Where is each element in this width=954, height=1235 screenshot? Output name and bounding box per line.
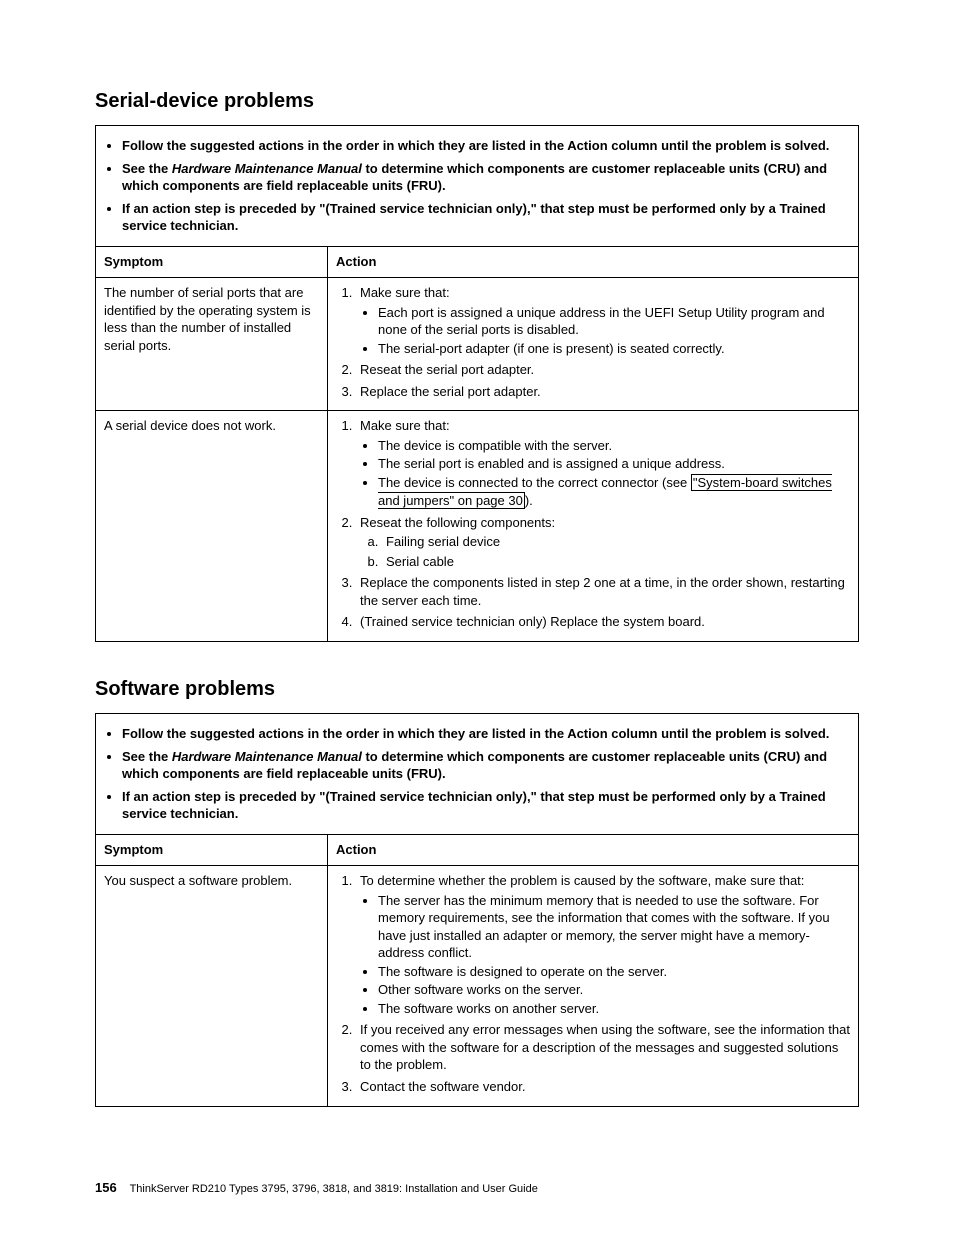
action-bullet: The device is connected to the correct c… (378, 474, 850, 510)
action-bullet: Other software works on the server. (378, 981, 850, 999)
action-text: The device is connected to the correct c… (378, 475, 691, 490)
section-heading: Software problems (95, 678, 859, 701)
notice-cell: Follow the suggested actions in the orde… (96, 126, 859, 247)
action-step: To determine whether the problem is caus… (356, 872, 850, 1017)
col-header-symptom: Symptom (96, 835, 328, 866)
notice-text: See the (122, 749, 172, 764)
action-cell: Make sure that: The device is compatible… (328, 411, 859, 642)
action-step: Make sure that: Each port is assigned a … (356, 284, 850, 357)
action-bullet: The serial-port adapter (if one is prese… (378, 340, 850, 358)
col-header-symptom: Symptom (96, 247, 328, 278)
notice-item: See the Hardware Maintenance Manual to d… (122, 749, 850, 783)
action-text: Make sure that: (360, 418, 450, 433)
action-bullet: The device is compatible with the server… (378, 437, 850, 455)
action-bullet: The software is designed to operate on t… (378, 963, 850, 981)
action-substep: Serial cable (382, 553, 850, 571)
action-substep: Failing serial device (382, 533, 850, 551)
action-step: Make sure that: The device is compatible… (356, 417, 850, 509)
action-bullet: The software works on another server. (378, 1000, 850, 1018)
action-step: Reseat the following components: Failing… (356, 514, 850, 571)
notice-item: Follow the suggested actions in the orde… (122, 138, 850, 155)
notice-item: See the Hardware Maintenance Manual to d… (122, 161, 850, 195)
action-step: (Trained service technician only) Replac… (356, 613, 850, 631)
notice-item: Follow the suggested actions in the orde… (122, 726, 850, 743)
action-step: Replace the serial port adapter. (356, 383, 850, 401)
notice-italic: Hardware Maintenance Manual (172, 749, 362, 764)
action-step: Replace the components listed in step 2 … (356, 574, 850, 609)
action-step: Contact the software vendor. (356, 1078, 850, 1096)
action-bullet: The server has the minimum memory that i… (378, 892, 850, 962)
action-cell: Make sure that: Each port is assigned a … (328, 278, 859, 411)
action-bullet: Each port is assigned a unique address i… (378, 304, 850, 339)
document-page: Serial-device problems Follow the sugges… (0, 0, 954, 1235)
notice-item: If an action step is preceded by "(Train… (122, 789, 850, 823)
page-footer: 156 ThinkServer RD210 Types 3795, 3796, … (95, 1180, 538, 1195)
action-cell: To determine whether the problem is caus… (328, 865, 859, 1106)
action-text: ). (525, 493, 533, 508)
action-bullet: The serial port is enabled and is assign… (378, 455, 850, 473)
action-step: If you received any error messages when … (356, 1021, 850, 1074)
col-header-action: Action (328, 835, 859, 866)
notice-text: See the (122, 161, 172, 176)
table-row: You suspect a software problem. To deter… (96, 865, 859, 1106)
action-text: Reseat the following components: (360, 515, 555, 530)
footer-text: ThinkServer RD210 Types 3795, 3796, 3818… (130, 1183, 538, 1195)
table-row: A serial device does not work. Make sure… (96, 411, 859, 642)
section-heading: Serial-device problems (95, 90, 859, 113)
action-text: Make sure that: (360, 285, 450, 300)
symptom-cell: A serial device does not work. (96, 411, 328, 642)
software-table: Follow the suggested actions in the orde… (95, 713, 859, 1107)
symptom-cell: You suspect a software problem. (96, 865, 328, 1106)
notice-italic: Hardware Maintenance Manual (172, 161, 362, 176)
serial-device-table: Follow the suggested actions in the orde… (95, 125, 859, 642)
page-number: 156 (95, 1180, 117, 1195)
notice-cell: Follow the suggested actions in the orde… (96, 713, 859, 834)
notice-item: If an action step is preceded by "(Train… (122, 201, 850, 235)
action-step: Reseat the serial port adapter. (356, 361, 850, 379)
table-row: The number of serial ports that are iden… (96, 278, 859, 411)
symptom-cell: The number of serial ports that are iden… (96, 278, 328, 411)
col-header-action: Action (328, 247, 859, 278)
action-text: To determine whether the problem is caus… (360, 873, 804, 888)
